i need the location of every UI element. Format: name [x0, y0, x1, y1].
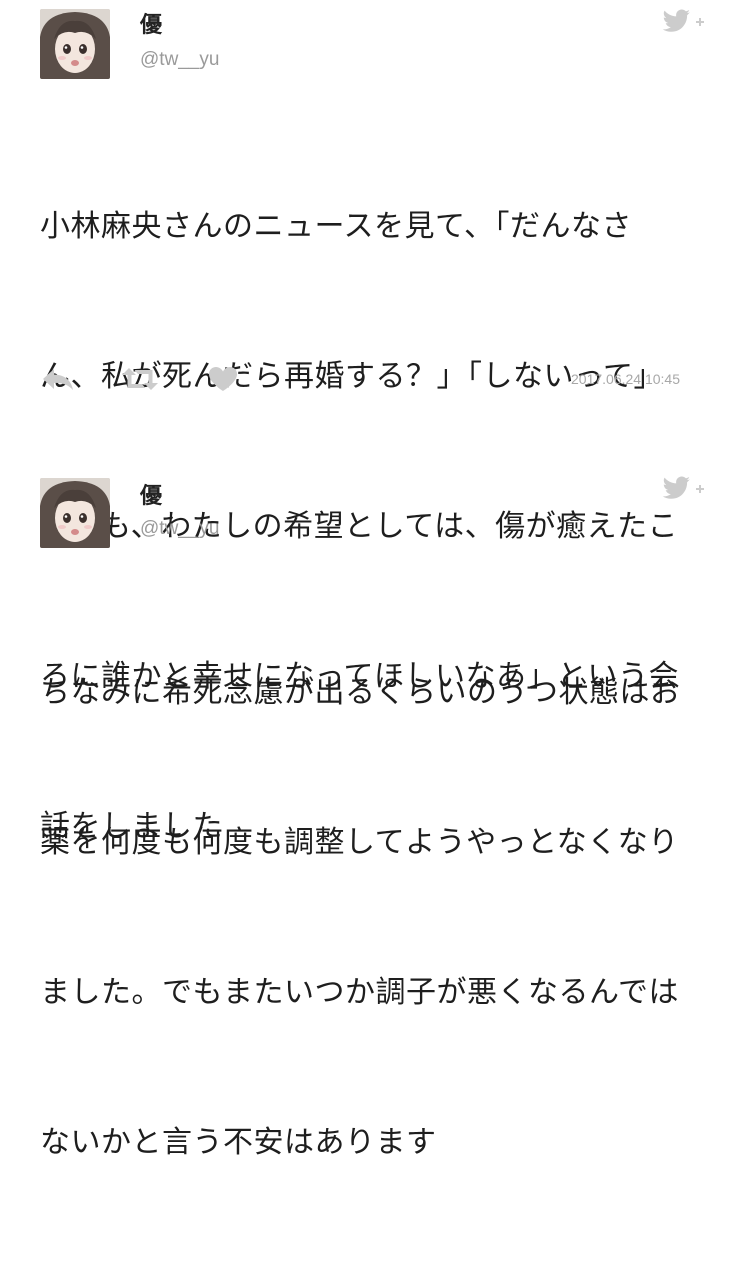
avatar-illustration	[40, 9, 110, 79]
tweet-card: 優 @tw__yu 小林麻央さんのニュースを見て、「だんなさ ん、私が死んだら再…	[0, 0, 750, 844]
twitter-bird-icon[interactable]	[660, 475, 708, 501]
tweet-line: ちなみに希死念慮が出るくらいのうつ状態はお	[40, 675, 681, 710]
avatar[interactable]	[40, 9, 110, 79]
avatar[interactable]	[40, 478, 110, 548]
tweet-line: ました。でもまたいつか調子が悪くなるんでは	[40, 975, 679, 1010]
display-name[interactable]: 優	[140, 12, 162, 40]
tweet-text: ちなみに希死念慮が出るくらいのうつ状態はお 薬を何度も何度も調整してようやっとな…	[40, 568, 720, 1268]
tweet-line: 薬を何度も何度も調整してようやっとなくなり	[40, 825, 679, 860]
twitter-bird-icon[interactable]	[660, 8, 708, 34]
display-name[interactable]: 優	[140, 483, 162, 511]
timestamp[interactable]: 2017.06.24 10:45	[571, 368, 680, 390]
tweet-actions: 2017.06.24 10:45	[40, 364, 720, 394]
reply-icon	[43, 369, 73, 390]
retweet-button[interactable]	[120, 364, 160, 394]
tweet-line: 小林麻央さんのニュースを見て、「だんなさ	[40, 209, 632, 244]
tweet-card: 優 @tw__yu ちなみに希死念慮が出るくらいのうつ状態はお 薬を何度も何度も…	[0, 465, 750, 1160]
retweet-icon	[122, 368, 158, 390]
user-handle[interactable]: @tw__yu	[140, 517, 220, 541]
avatar-illustration	[40, 478, 110, 548]
like-icon	[209, 367, 237, 391]
tweet-line: ないかと言う不安はあります	[40, 1125, 437, 1160]
like-button[interactable]	[206, 364, 240, 394]
user-handle[interactable]: @tw__yu	[140, 48, 220, 72]
reply-button[interactable]	[40, 364, 76, 394]
